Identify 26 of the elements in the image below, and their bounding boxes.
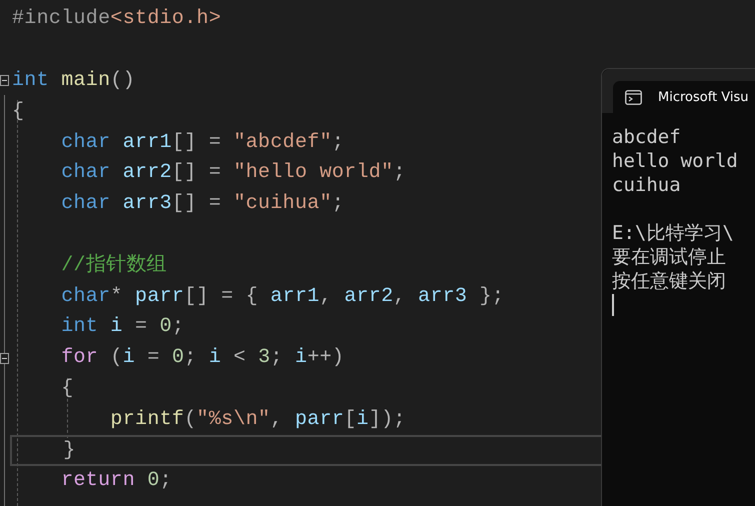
code-line: int i = 0; — [60, 314, 184, 340]
code-line: { — [60, 376, 74, 402]
console-output-line: abcdef — [612, 126, 681, 148]
code-line: return 0; — [60, 468, 172, 494]
fold-toggle-icon[interactable] — [0, 75, 9, 86]
terminal-icon — [625, 90, 642, 104]
console-message-line: 按任意键关闭 — [612, 270, 726, 292]
console-message-line: 要在调试停止 — [612, 246, 726, 268]
console-message-line: E:\比特学习\ — [612, 222, 734, 244]
code-line: char arr2[] = "hello world"; — [60, 160, 406, 186]
code-line: char arr3[] = "cuihua"; — [60, 191, 344, 218]
code-line: char arr1[] = "abcdef"; — [60, 130, 344, 156]
code-line: { — [12, 98, 24, 125]
fold-toggle-icon[interactable] — [0, 352, 9, 364]
code-line: #include<stdio.h> — [12, 6, 222, 32]
code-line: printf("%s\n", parr[i]); — [109, 406, 406, 433]
text-cursor — [612, 294, 614, 316]
code-line: //指针数组 — [60, 252, 168, 279]
console-output-line: cuihua — [612, 174, 681, 196]
code-line: int main() — [12, 68, 136, 94]
tab-title: Microsoft Visu — [658, 90, 749, 104]
code-line: char* parr[] = { arr1, arr2, arr3 }; — [60, 284, 504, 310]
code-line: } — [62, 438, 76, 464]
console-output-line: hello world — [612, 150, 738, 172]
console-tab[interactable]: Microsoft Visu — [613, 81, 755, 113]
code-line: for (i = 0; i < 3; i++) — [60, 345, 344, 372]
